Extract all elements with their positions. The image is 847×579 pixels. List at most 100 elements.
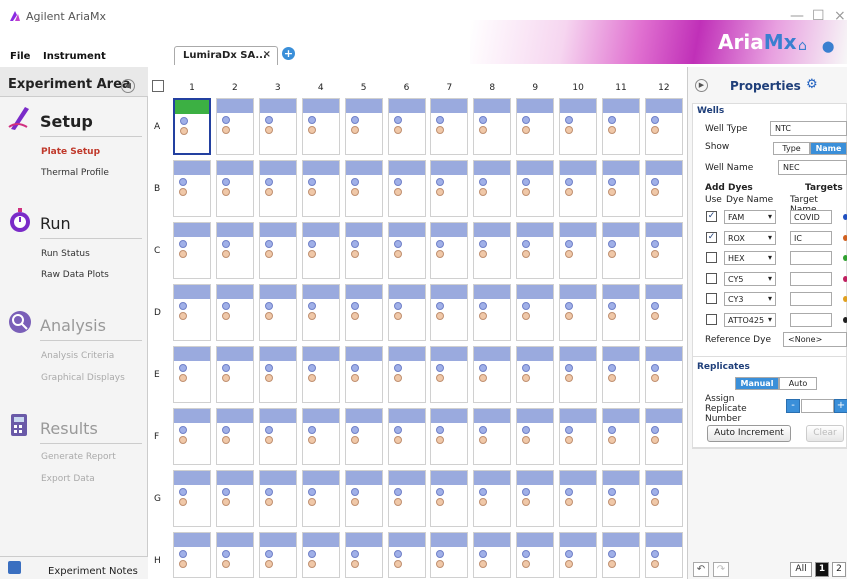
well-E10[interactable] bbox=[559, 346, 598, 403]
column-header-12[interactable]: 12 bbox=[654, 83, 674, 93]
well-H12[interactable] bbox=[644, 532, 683, 578]
well-G2[interactable] bbox=[215, 470, 254, 527]
well-type-select[interactable]: NTC bbox=[770, 121, 847, 136]
well-D8[interactable] bbox=[473, 284, 512, 341]
column-header-11[interactable]: 11 bbox=[611, 83, 631, 93]
replicate-decrement-button[interactable]: - bbox=[786, 399, 800, 413]
well-E11[interactable] bbox=[602, 346, 640, 403]
target-name-input-atto425[interactable] bbox=[790, 312, 832, 327]
collapse-pane-icon[interactable]: ◀ bbox=[121, 79, 135, 93]
well-C2[interactable] bbox=[215, 222, 254, 279]
close-window-button[interactable]: × bbox=[834, 8, 846, 24]
well-A7[interactable] bbox=[430, 98, 469, 155]
well-A2[interactable] bbox=[215, 98, 254, 155]
row-header-G[interactable]: G bbox=[154, 494, 161, 504]
dye-use-checkbox-cy5[interactable] bbox=[706, 272, 717, 284]
replicates-manual-toggle[interactable]: Manual bbox=[735, 377, 779, 390]
well-E1[interactable] bbox=[173, 346, 211, 403]
well-C4[interactable] bbox=[301, 222, 340, 279]
column-header-3[interactable]: 3 bbox=[268, 83, 288, 93]
menu-instrument[interactable]: Instrument bbox=[43, 51, 106, 62]
well-H1[interactable] bbox=[173, 532, 211, 578]
nav-graphical-displays[interactable]: Graphical Displays bbox=[41, 373, 125, 383]
well-A9[interactable] bbox=[516, 98, 555, 155]
dye-select-cy3[interactable]: CY3 bbox=[724, 292, 776, 306]
menu-file[interactable]: File bbox=[10, 51, 30, 62]
dye-use-checkbox-atto425[interactable] bbox=[706, 313, 717, 325]
well-C9[interactable] bbox=[516, 222, 555, 279]
well-G4[interactable] bbox=[301, 470, 340, 527]
target-name-input-fam[interactable]: COVID bbox=[790, 210, 832, 224]
well-F5[interactable] bbox=[344, 408, 383, 465]
well-B11[interactable] bbox=[602, 160, 640, 217]
dye-use-checkbox-rox[interactable]: ✓ bbox=[706, 231, 717, 243]
minimize-button[interactable]: — bbox=[790, 8, 804, 24]
well-H10[interactable] bbox=[559, 532, 598, 578]
well-D1[interactable] bbox=[173, 284, 211, 341]
nav-export-data[interactable]: Export Data bbox=[41, 474, 95, 484]
well-E7[interactable] bbox=[430, 346, 469, 403]
row-header-B[interactable]: B bbox=[154, 184, 160, 194]
column-header-5[interactable]: 5 bbox=[354, 83, 374, 93]
dye-select-rox[interactable]: ROX bbox=[724, 230, 776, 245]
well-G3[interactable] bbox=[258, 470, 297, 527]
well-G8[interactable] bbox=[473, 470, 512, 527]
nav-generate-report[interactable]: Generate Report bbox=[41, 452, 116, 462]
well-A1[interactable] bbox=[173, 98, 211, 155]
undo-icon[interactable]: ↶ bbox=[693, 562, 709, 577]
row-header-A[interactable]: A bbox=[154, 122, 160, 132]
replicate-increment-button[interactable]: + bbox=[834, 399, 847, 413]
clear-replicate-button[interactable]: Clear bbox=[806, 425, 844, 442]
well-B8[interactable] bbox=[473, 160, 512, 217]
replicate-number-input[interactable] bbox=[801, 399, 834, 413]
well-D9[interactable] bbox=[516, 284, 555, 341]
well-E12[interactable] bbox=[644, 346, 683, 403]
well-C7[interactable] bbox=[430, 222, 469, 279]
well-F6[interactable] bbox=[387, 408, 426, 465]
well-G7[interactable] bbox=[430, 470, 469, 527]
well-G10[interactable] bbox=[559, 470, 598, 527]
page-1-button[interactable]: 1 bbox=[815, 562, 829, 577]
column-header-2[interactable]: 2 bbox=[225, 83, 245, 93]
well-G11[interactable] bbox=[602, 470, 640, 527]
well-B10[interactable] bbox=[559, 160, 598, 217]
well-F9[interactable] bbox=[516, 408, 555, 465]
well-B9[interactable] bbox=[516, 160, 555, 217]
well-G12[interactable] bbox=[644, 470, 683, 527]
row-header-H[interactable]: H bbox=[154, 556, 161, 566]
well-D12[interactable] bbox=[644, 284, 683, 341]
well-H11[interactable] bbox=[602, 532, 640, 578]
well-G9[interactable] bbox=[516, 470, 555, 527]
nav-plate-setup[interactable]: Plate Setup bbox=[41, 147, 100, 157]
column-header-6[interactable]: 6 bbox=[397, 83, 417, 93]
well-C3[interactable] bbox=[258, 222, 297, 279]
well-B3[interactable] bbox=[258, 160, 297, 217]
well-E4[interactable] bbox=[301, 346, 340, 403]
row-header-E[interactable]: E bbox=[154, 370, 160, 380]
well-C6[interactable] bbox=[387, 222, 426, 279]
well-B2[interactable] bbox=[215, 160, 254, 217]
dye-select-fam[interactable]: FAM bbox=[724, 210, 776, 224]
well-H7[interactable] bbox=[430, 532, 469, 578]
tab-experiment[interactable]: LumiraDx SA... × bbox=[174, 46, 278, 65]
well-D5[interactable] bbox=[344, 284, 383, 341]
show-type-toggle[interactable]: Type bbox=[773, 142, 810, 155]
well-H3[interactable] bbox=[258, 532, 297, 578]
well-A3[interactable] bbox=[258, 98, 297, 155]
well-C1[interactable] bbox=[173, 222, 211, 279]
well-E9[interactable] bbox=[516, 346, 555, 403]
column-header-8[interactable]: 8 bbox=[482, 83, 502, 93]
column-header-7[interactable]: 7 bbox=[439, 83, 459, 93]
dye-settings-icon[interactable]: ⚙ bbox=[806, 77, 818, 92]
nav-thermal-profile[interactable]: Thermal Profile bbox=[41, 168, 109, 178]
maximize-button[interactable]: ☐ bbox=[812, 8, 825, 24]
well-D7[interactable] bbox=[430, 284, 469, 341]
redo-icon[interactable]: ↷ bbox=[713, 562, 729, 577]
dye-select-hex[interactable]: HEX bbox=[724, 251, 776, 265]
show-name-toggle[interactable]: Name bbox=[810, 142, 847, 155]
add-tab-button[interactable]: + bbox=[282, 47, 295, 60]
well-F1[interactable] bbox=[173, 408, 211, 465]
select-all-checkbox[interactable] bbox=[152, 80, 164, 92]
well-E3[interactable] bbox=[258, 346, 297, 403]
well-H9[interactable] bbox=[516, 532, 555, 578]
